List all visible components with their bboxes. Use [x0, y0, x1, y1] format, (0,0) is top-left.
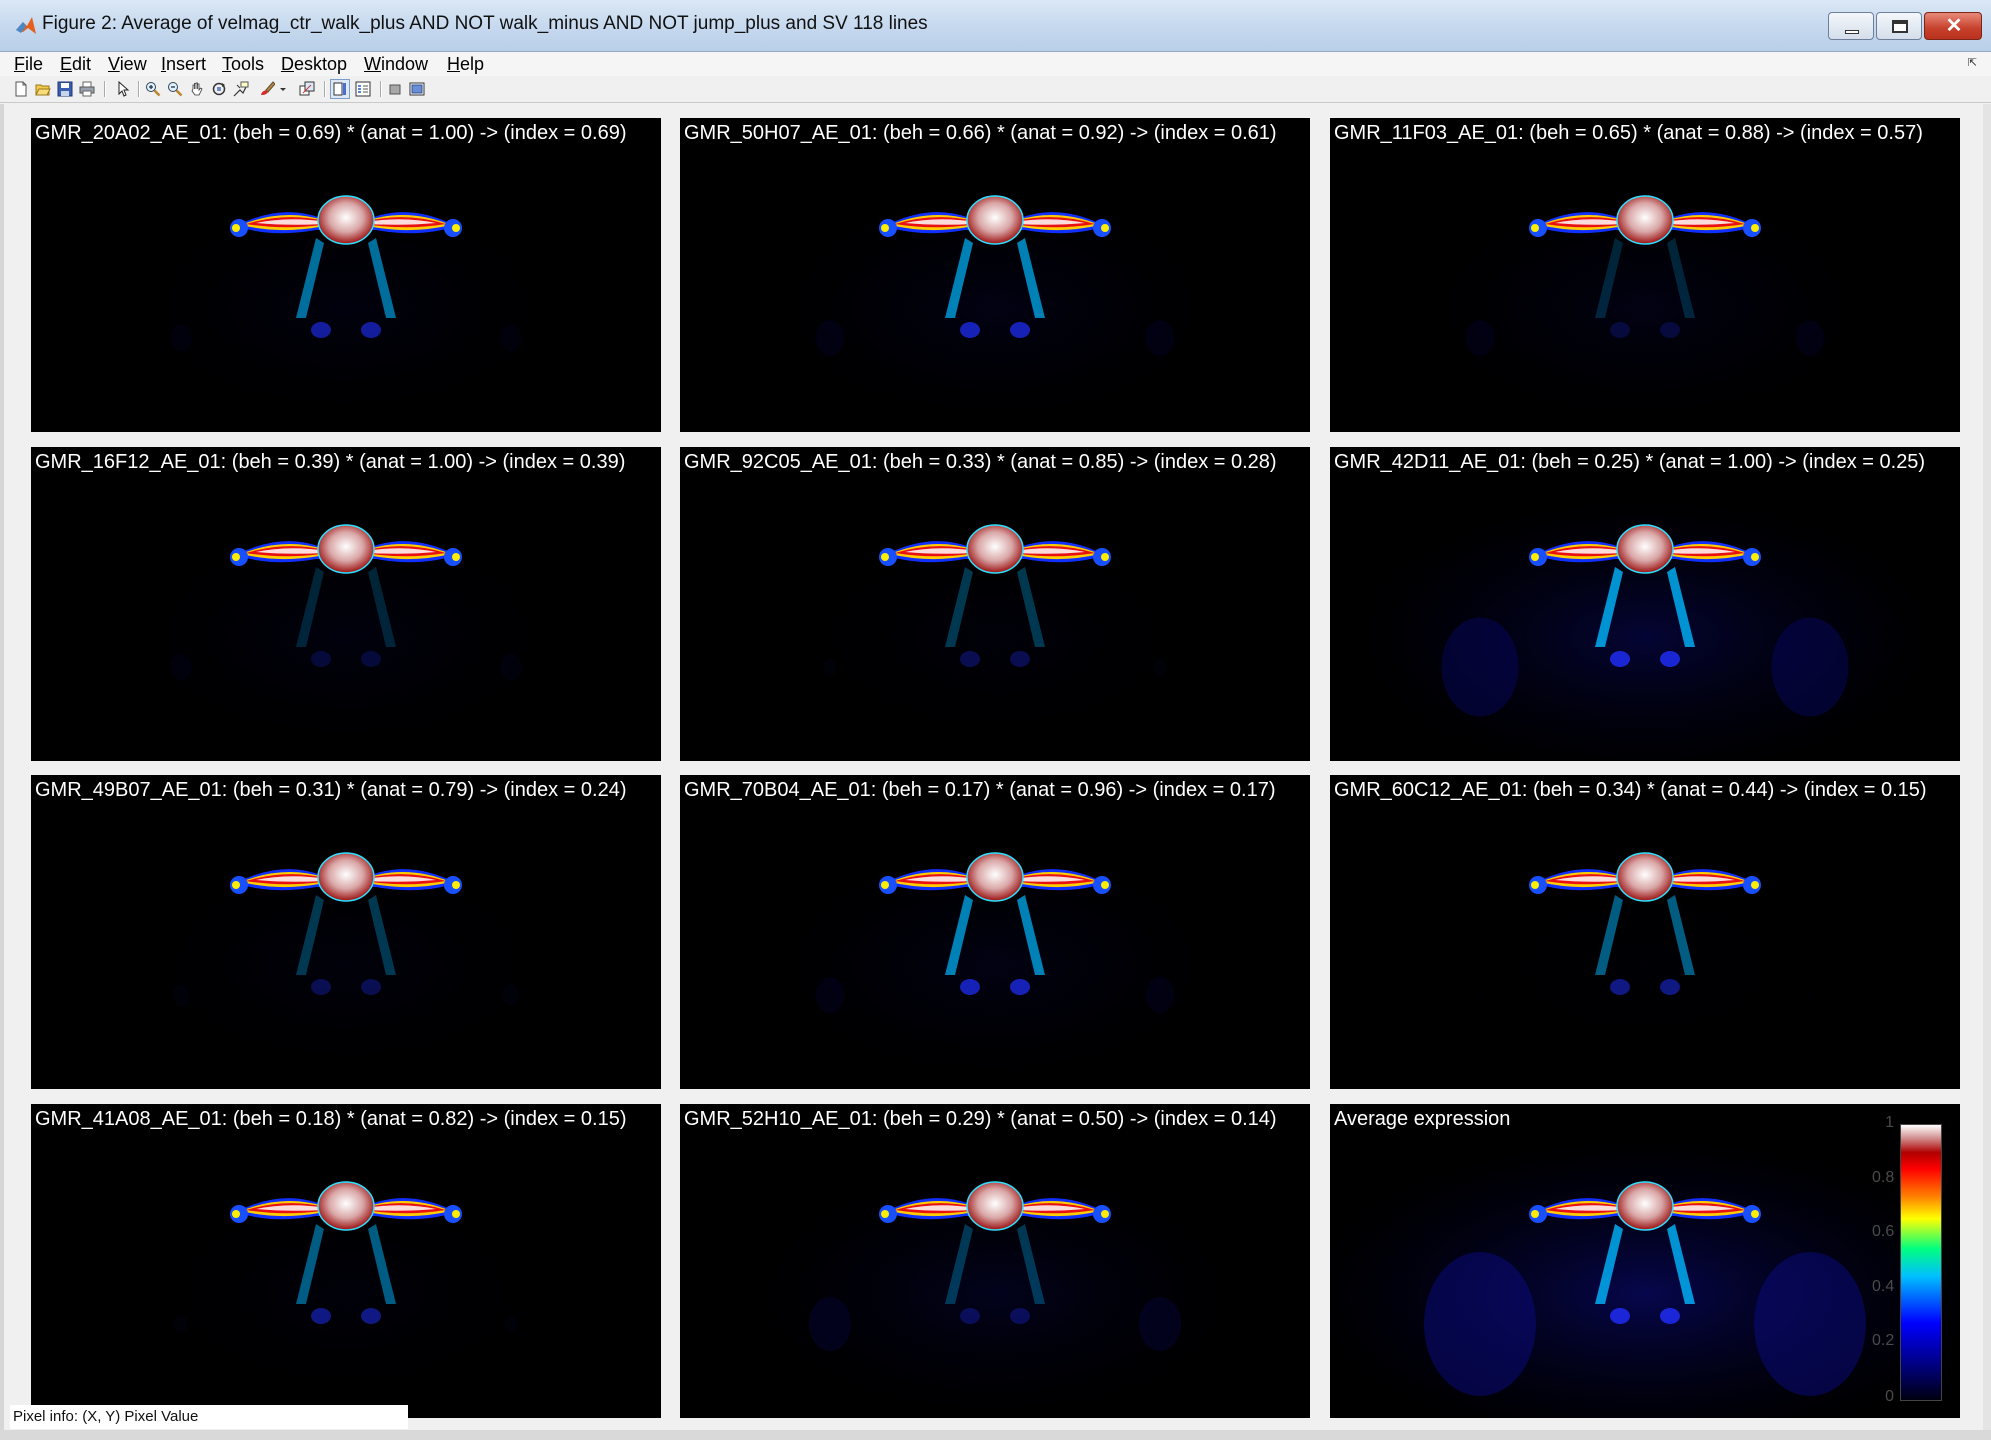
expression-image-panel[interactable]: GMR_20A02_AE_01: (beh = 0.69) * (anat = … — [31, 118, 661, 432]
expression-image-panel[interactable]: GMR_49B07_AE_01: (beh = 0.31) * (anat = … — [31, 775, 661, 1089]
window-title: Figure 2: Average of velmag_ctr_walk_plu… — [42, 13, 928, 34]
zoom-out-icon[interactable] — [166, 80, 184, 98]
brain-expression-image — [1436, 852, 1854, 1078]
panel-title: GMR_16F12_AE_01: (beh = 0.39) * (anat = … — [35, 451, 626, 473]
panel-title: GMR_60C12_AE_01: (beh = 0.34) * (anat = … — [1334, 779, 1927, 801]
expression-image-panel[interactable]: GMR_60C12_AE_01: (beh = 0.34) * (anat = … — [1330, 775, 1960, 1089]
expression-image-panel[interactable]: GMR_41A08_AE_01: (beh = 0.18) * (anat = … — [31, 1104, 661, 1418]
menu-desktop[interactable]: Desktop — [281, 54, 347, 75]
pan-hand-icon[interactable] — [188, 80, 206, 98]
panel-title: GMR_70B04_AE_01: (beh = 0.17) * (anat = … — [684, 779, 1276, 801]
toolbar-separator — [380, 81, 381, 97]
window-bottom-edge — [0, 1430, 1991, 1440]
print-icon[interactable] — [78, 80, 96, 98]
link-plot-icon[interactable] — [298, 80, 316, 98]
panel-title: GMR_52H10_AE_01: (beh = 0.29) * (anat = … — [684, 1108, 1277, 1130]
brain-expression-image — [1346, 494, 1944, 761]
menu-help[interactable]: Help — [447, 54, 484, 75]
brain-expression-image — [119, 518, 573, 756]
brain-expression-image — [1330, 1136, 1960, 1418]
brush-icon[interactable] — [258, 80, 276, 98]
colorbar-tick-label: 1 — [1885, 1114, 1894, 1131]
expression-image-panel[interactable]: GMR_50H07_AE_01: (beh = 0.66) * (anat = … — [680, 118, 1310, 432]
data-cursor-icon[interactable] — [232, 80, 250, 98]
figure-toolbar — [0, 76, 1991, 103]
colorbar-tick-label: 0.6 — [1872, 1223, 1895, 1240]
minimize-button[interactable] — [1828, 12, 1874, 40]
expression-image-panel[interactable]: GMR_42D11_AE_01: (beh = 0.25) * (anat = … — [1330, 447, 1960, 761]
panel-title: GMR_49B07_AE_01: (beh = 0.31) * (anat = … — [35, 779, 627, 801]
show-plot-tools-icon[interactable] — [408, 80, 426, 98]
colorbar-tick-label: 0.2 — [1872, 1332, 1895, 1349]
panel-title: GMR_50H07_AE_01: (beh = 0.66) * (anat = … — [684, 122, 1277, 144]
panel-title: GMR_20A02_AE_01: (beh = 0.69) * (anat = … — [35, 122, 627, 144]
undock-arrow-icon[interactable]: ⇱ — [1968, 56, 1977, 69]
window-title-bar[interactable]: Figure 2: Average of velmag_ctr_walk_plu… — [0, 0, 1991, 52]
close-button[interactable]: ✕ — [1924, 12, 1982, 40]
new-figure-icon[interactable] — [12, 80, 30, 98]
colorbar-toggle-icon[interactable] — [330, 79, 350, 99]
zoom-in-icon[interactable] — [144, 80, 162, 98]
brain-expression-image — [128, 1178, 564, 1410]
expression-image-panel[interactable]: GMR_11F03_AE_01: (beh = 0.65) * (anat = … — [1330, 118, 1960, 432]
menu-insert[interactable]: Insert — [161, 54, 206, 75]
expression-image-panel[interactable]: GMR_16F12_AE_01: (beh = 0.39) * (anat = … — [31, 447, 661, 761]
colorbar[interactable] — [1900, 1124, 1942, 1401]
matlab-logo-icon — [16, 17, 36, 34]
panel-title: GMR_92C05_AE_01: (beh = 0.33) * (anat = … — [684, 451, 1277, 473]
menu-view[interactable]: View — [108, 54, 147, 75]
hide-plot-tools-icon[interactable] — [386, 80, 404, 98]
expression-image-panel[interactable]: GMR_70B04_AE_01: (beh = 0.17) * (anat = … — [680, 775, 1310, 1089]
menu-edit[interactable]: Edit — [60, 54, 91, 75]
menu-tools[interactable]: Tools — [222, 54, 264, 75]
maximize-button[interactable] — [1876, 12, 1922, 40]
open-file-icon[interactable] — [34, 80, 52, 98]
expression-image-panel[interactable]: GMR_92C05_AE_01: (beh = 0.33) * (anat = … — [680, 447, 1310, 761]
menu-window[interactable]: Window — [364, 54, 428, 75]
brain-expression-image — [1409, 186, 1881, 430]
toolbar-separator — [104, 81, 105, 97]
expression-image-panel[interactable]: Average expression — [1330, 1104, 1960, 1418]
window-right-edge — [1983, 104, 1991, 1434]
brain-expression-image — [741, 1166, 1249, 1418]
brain-expression-image — [119, 189, 573, 427]
brain-expression-image — [124, 847, 568, 1083]
menu-file[interactable]: File — [14, 54, 43, 75]
toolbar-separator — [138, 81, 139, 97]
brain-expression-image — [777, 521, 1213, 753]
brush-dropdown-icon[interactable] — [278, 80, 288, 98]
menu-bar: File Edit View Insert Tools Desktop Wind… — [0, 52, 1991, 76]
brain-expression-image — [759, 843, 1231, 1087]
maximize-icon — [1892, 20, 1908, 33]
expression-image-panel[interactable]: GMR_52H10_AE_01: (beh = 0.29) * (anat = … — [680, 1104, 1310, 1418]
panel-title: GMR_42D11_AE_01: (beh = 0.25) * (anat = … — [1334, 451, 1926, 473]
pixel-info-readout: Pixel info: (X, Y) Pixel Value — [10, 1405, 408, 1429]
save-icon[interactable] — [56, 80, 74, 98]
close-icon: ✕ — [1945, 15, 1963, 37]
legend-toggle-icon[interactable] — [354, 80, 372, 98]
colorbar-tick-label: 0.4 — [1872, 1278, 1895, 1295]
panel-title: GMR_11F03_AE_01: (beh = 0.65) * (anat = … — [1334, 122, 1923, 144]
toolbar-separator — [324, 81, 325, 97]
panel-title: GMR_41A08_AE_01: (beh = 0.18) * (anat = … — [35, 1108, 627, 1130]
minimize-icon — [1845, 30, 1859, 34]
colorbar-tick-label: 0.8 — [1872, 1169, 1895, 1186]
colorbar-tick-label: 0 — [1885, 1388, 1894, 1405]
panel-title: Average expression — [1334, 1108, 1511, 1130]
brain-expression-image — [759, 186, 1231, 430]
edit-plot-arrow-icon[interactable] — [114, 80, 132, 98]
window-left-edge — [0, 104, 4, 1434]
rotate-3d-icon[interactable] — [210, 80, 228, 98]
